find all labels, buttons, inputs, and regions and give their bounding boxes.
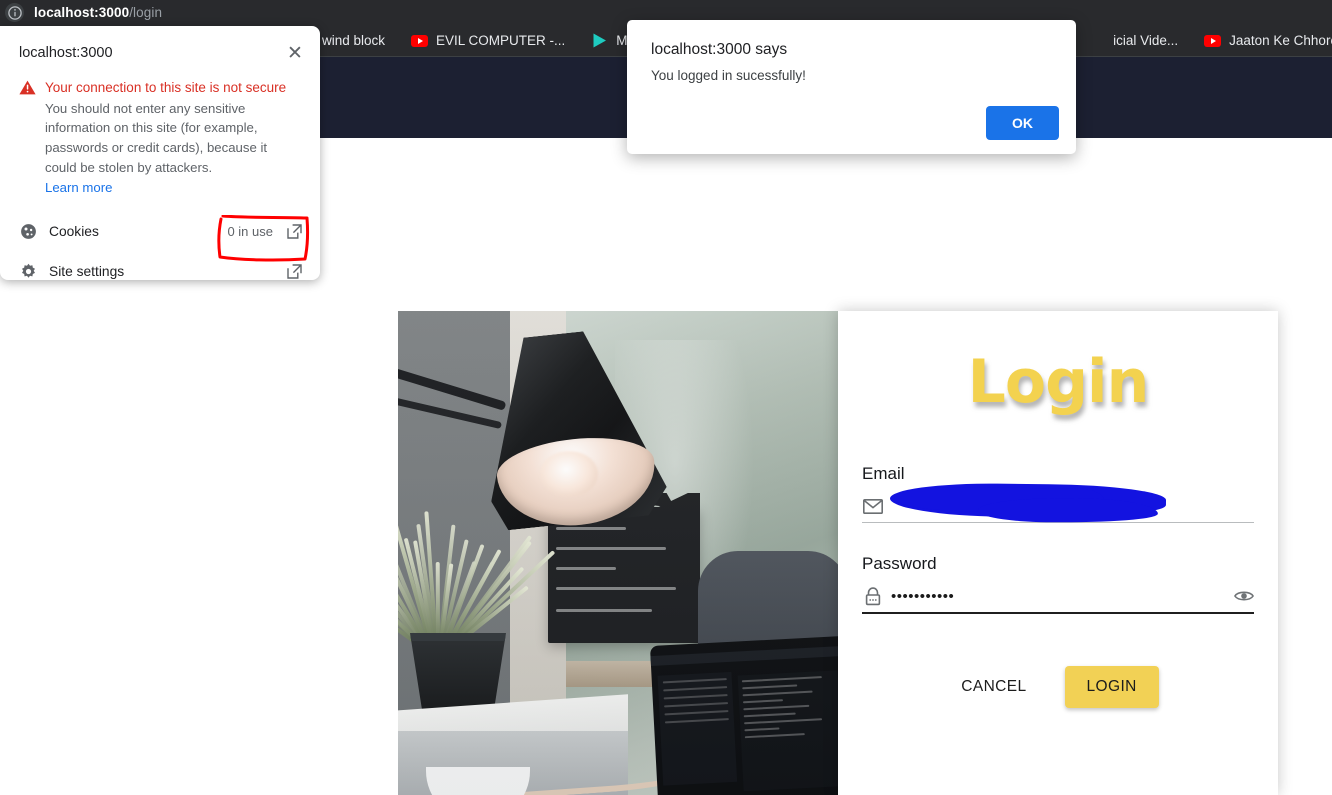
site-info-origin: localhost:3000 [19, 45, 113, 61]
insecure-warning-title: Your connection to this site is not secu… [45, 78, 302, 98]
password-input-row[interactable]: ••••••••••• [862, 580, 1254, 612]
external-link-icon[interactable] [287, 264, 302, 279]
youtube-icon [1204, 32, 1221, 49]
gear-icon [19, 263, 37, 280]
site-settings-row[interactable]: Site settings [0, 252, 320, 292]
password-label: Password [862, 554, 1254, 574]
email-field-block: Email [862, 464, 1254, 523]
card-actions: CANCEL LOGIN [838, 666, 1278, 708]
ok-button[interactable]: OK [986, 106, 1059, 140]
login-card: Login Email Password ••••••••••• CANCEL … [838, 311, 1278, 795]
youtube-icon [411, 32, 428, 49]
email-input-row[interactable] [862, 490, 1254, 522]
cookies-count: 0 in use [227, 224, 273, 239]
site-info-bubble: localhost:3000 ✕ Your connection to this… [0, 26, 320, 280]
bookmark-label: icial Vide... [1113, 33, 1178, 48]
omnibox-host: localhost:3000 [34, 5, 129, 20]
bookmark-item[interactable]: EVIL COMPUTER -... [405, 29, 571, 53]
cookies-row[interactable]: Cookies 0 in use [0, 212, 320, 252]
bookmark-item[interactable]: Jaaton Ke Chhore |... [1198, 29, 1332, 53]
cancel-button[interactable]: CANCEL [957, 670, 1030, 704]
cookies-label: Cookies [49, 224, 227, 239]
password-input[interactable]: ••••••••••• [891, 588, 1234, 605]
envelope-icon [862, 495, 884, 517]
login-layout: Login Email Password ••••••••••• CANCEL … [398, 311, 1310, 795]
omnibox-path: /login [129, 5, 162, 20]
javascript-alert-dialog: localhost:3000 says You logged in sucess… [627, 20, 1076, 154]
bookmark-item[interactable]: wind block [316, 29, 391, 53]
external-link-icon[interactable] [287, 224, 302, 239]
email-redaction-scribble [890, 483, 1166, 519]
omnibox-url[interactable]: localhost:3000/login [34, 5, 162, 20]
insecure-warning: Your connection to this site is not secu… [0, 64, 320, 197]
dialog-origin: localhost:3000 says [627, 20, 1076, 59]
eye-icon[interactable] [1234, 586, 1254, 606]
password-field-block: Password ••••••••••• [862, 554, 1254, 614]
bookmark-label: wind block [322, 33, 385, 48]
site-settings-label: Site settings [49, 264, 273, 279]
cookie-icon [19, 223, 37, 240]
lock-icon [862, 585, 884, 607]
close-icon[interactable]: ✕ [284, 42, 306, 64]
bookmark-item[interactable]: icial Vide... [1107, 29, 1184, 53]
info-circle-icon[interactable] [5, 3, 24, 22]
page-title: Login [862, 311, 1254, 414]
photo-overlay [398, 311, 838, 795]
warning-triangle-icon [19, 80, 37, 197]
hero-photo [398, 311, 838, 795]
insecure-warning-text: Your connection to this site is not secu… [45, 78, 302, 197]
insecure-warning-body: You should not enter any sensitive infor… [45, 99, 302, 178]
email-label: Email [862, 464, 1254, 484]
bookmark-label: EVIL COMPUTER -... [436, 33, 565, 48]
site-info-header: localhost:3000 ✕ [0, 26, 320, 64]
learn-more-link[interactable]: Learn more [45, 180, 112, 195]
jiosaavn-icon [591, 32, 608, 49]
bookmark-label: Jaaton Ke Chhore |... [1229, 33, 1332, 48]
dialog-message: You logged in sucessfully! [627, 59, 1076, 83]
login-button[interactable]: LOGIN [1065, 666, 1159, 708]
password-underline [862, 612, 1254, 614]
